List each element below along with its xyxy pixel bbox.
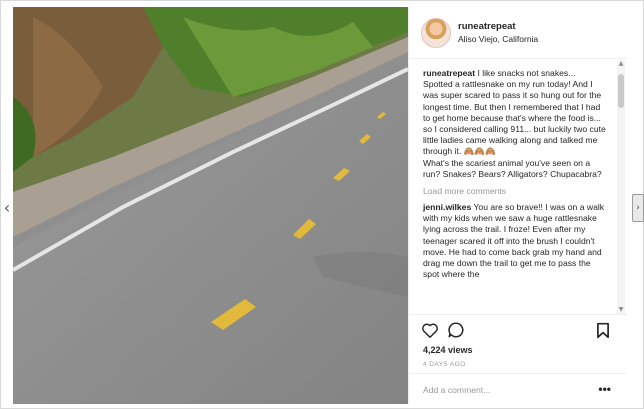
add-comment-input[interactable] [423,384,583,395]
scroll-thumb[interactable] [618,74,624,108]
caption-author[interactable]: runeatrepeat [423,68,475,78]
post-header-text: runeatrepeat Aliso Viejo, California [458,20,538,46]
chevron-left-icon[interactable]: ‹ [1,196,13,218]
instagram-post-modal: ‹ runeatrepeat Aliso Viejo, California r… [0,0,644,409]
comments-scrollbar[interactable]: ▲ ▼ [617,60,625,314]
prev-post-glyph[interactable]: ‹ [4,198,10,217]
comment-text: You are so brave!! I was on a walk with … [423,202,605,280]
caption: runeatrepeat I like snacks not snakes...… [423,68,607,180]
scroll-down-arrow-icon[interactable]: ▼ [617,306,625,314]
comment-item: jenni.wilkes You are so brave!! I was on… [423,202,607,280]
next-post-glyph[interactable]: › [636,203,640,213]
post-header: runeatrepeat Aliso Viejo, California [409,7,627,59]
views-count[interactable]: 4,224 views [423,345,473,355]
load-more-comments-link[interactable]: Load more comments [423,186,617,196]
post-location[interactable]: Aliso Viejo, California [458,33,538,46]
comments-list[interactable]: runeatrepeat I like snacks not snakes...… [409,60,617,314]
post-side-panel: runeatrepeat Aliso Viejo, California run… [408,7,627,404]
bookmark-icon[interactable] [594,321,612,339]
post-actions: 4,224 views 4 DAYS AGO ••• [409,314,627,404]
caption-text: I like snacks not snakes... Spotted a ra… [423,68,606,179]
chevron-right-icon[interactable]: › [632,194,644,222]
more-dots-icon[interactable]: ••• [598,383,611,395]
scroll-up-arrow-icon[interactable]: ▲ [617,60,625,68]
comment-author[interactable]: jenni.wilkes [423,202,471,212]
post-username[interactable]: runeatrepeat [458,20,538,33]
add-comment-bar: ••• [409,373,627,405]
heart-icon[interactable] [421,321,439,339]
avatar[interactable] [421,17,451,48]
bike-path-photo [13,7,408,404]
comment-bubble-icon[interactable] [447,321,465,339]
post-photo [13,7,408,404]
post-timestamp[interactable]: 4 DAYS AGO [423,361,466,368]
